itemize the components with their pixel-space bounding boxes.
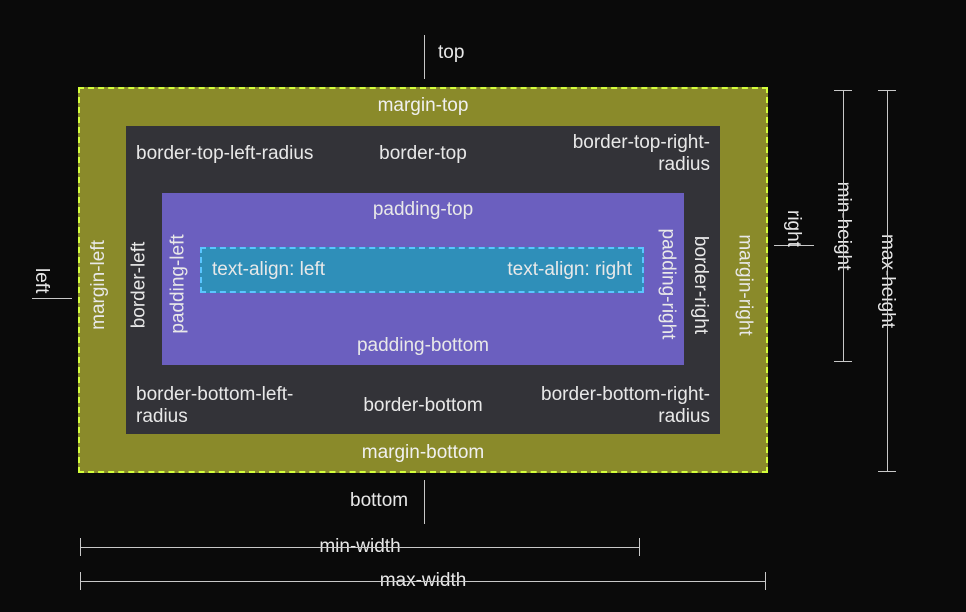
- margin-left-label: margin-left: [88, 240, 110, 330]
- border-right-label: border-right: [689, 236, 711, 334]
- border-bottom-row: border-bottom-left-radius border-bottom …: [126, 378, 720, 430]
- border-top-label: border-top: [379, 143, 467, 165]
- content-region: text-align: left text-align: right: [200, 247, 644, 293]
- margin-top-label: margin-top: [80, 89, 766, 122]
- min-height-label: min-height: [832, 172, 854, 281]
- left-tick: [32, 298, 72, 299]
- border-bottom-label: border-bottom: [363, 395, 482, 417]
- min-width-label: min-width: [309, 536, 410, 558]
- border-top-right-radius-label: border-top-right-radius: [530, 132, 710, 176]
- border-top-row: border-top-left-radius border-top border…: [126, 126, 720, 178]
- bottom-tick: [424, 480, 425, 524]
- top-tick: [424, 35, 425, 79]
- padding-region: padding-top padding-left padding-right t…: [162, 193, 684, 365]
- position-top-label: top: [438, 42, 464, 64]
- padding-bottom-label: padding-bottom: [162, 329, 684, 361]
- border-top-left-radius-label: border-top-left-radius: [136, 143, 316, 165]
- border-bottom-left-radius-label: border-bottom-left-radius: [136, 384, 316, 428]
- margin-bottom-label: margin-bottom: [80, 436, 766, 469]
- box-model-diagram: top bottom left right margin-top margin-…: [0, 0, 966, 612]
- min-height-bracket: min-height: [834, 90, 852, 362]
- text-align-left-label: text-align: left: [212, 259, 325, 281]
- border-region: border-top-left-radius border-top border…: [126, 126, 720, 434]
- margin-right-label: margin-right: [734, 234, 756, 335]
- margin-region: margin-top margin-left margin-right bord…: [78, 87, 768, 473]
- border-left-label: border-left: [128, 242, 150, 329]
- position-right-label: right: [782, 210, 804, 247]
- padding-left-label: padding-left: [168, 234, 190, 333]
- max-height-bracket: max-height: [878, 90, 896, 472]
- padding-right-label: padding-right: [656, 229, 678, 340]
- max-width-bracket: max-width: [80, 572, 766, 590]
- padding-top-label: padding-top: [162, 193, 684, 225]
- position-bottom-label: bottom: [350, 490, 408, 512]
- max-height-label: max-height: [876, 224, 898, 338]
- max-width-label: max-width: [370, 570, 477, 592]
- text-align-right-label: text-align: right: [507, 259, 632, 281]
- position-left-label: left: [30, 268, 52, 293]
- border-bottom-right-radius-label: border-bottom-right-radius: [530, 384, 710, 428]
- min-width-bracket: min-width: [80, 538, 640, 556]
